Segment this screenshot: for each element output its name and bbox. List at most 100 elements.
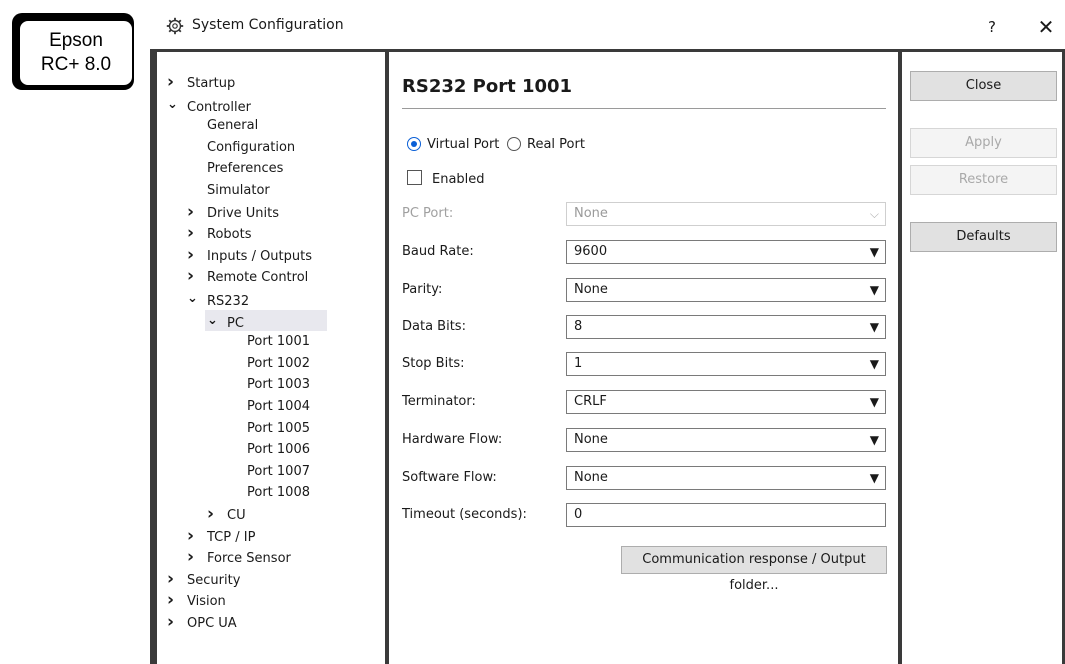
tree-item-label: Robots [207, 227, 252, 243]
badge-line-2: RC+ 8.0 [40, 54, 112, 75]
page-title: RS232 Port 1001 [402, 76, 573, 97]
communication-response-button[interactable]: Communication response / Output folder..… [621, 546, 887, 593]
tree-item-drive-units[interactable]: › Drive Units [187, 202, 279, 223]
close-button[interactable]: Close [910, 71, 1057, 101]
tree-item-port-1006[interactable]: Port 1006 [227, 439, 310, 460]
tree-item-port-1007[interactable]: Port 1007 [227, 461, 310, 482]
chevron-right-icon: › [187, 244, 195, 265]
tree-item-label: Configuration [207, 139, 296, 155]
tree-item-port-1004[interactable]: Port 1004 [227, 396, 310, 417]
tree-item-port-1003[interactable]: Port 1003 [227, 374, 310, 395]
pc-port-select[interactable]: None ⌵ [566, 202, 886, 226]
tree-item-inputs-outputs[interactable]: › Inputs / Outputs [187, 245, 312, 266]
tree-item-label: Simulator [207, 183, 270, 198]
virtual-port-radio[interactable]: Virtual Port [407, 136, 499, 154]
title-bar: System Configuration ? ✕ [150, 4, 1065, 49]
gear-icon [166, 17, 184, 35]
chevron-down-icon: ⌄ [167, 96, 178, 112]
real-port-radio[interactable]: Real Port [507, 136, 585, 154]
parity-value: None [574, 282, 608, 297]
chevron-right-icon: › [187, 525, 195, 546]
tree-item-label: TCP / IP [207, 529, 256, 545]
tree-item-label: General [207, 118, 259, 134]
defaults-button[interactable]: Defaults [910, 222, 1057, 252]
apply-button[interactable]: Apply [910, 128, 1057, 158]
chevron-right-icon: › [187, 547, 195, 568]
hardware-flow-select[interactable]: None ▼ [566, 428, 886, 452]
chevron-down-icon: ▼ [869, 320, 879, 334]
chevron-down-icon: ▼ [869, 245, 879, 259]
timeout-label: Timeout (seconds): [402, 507, 527, 522]
software-flow-select[interactable]: None ▼ [566, 466, 886, 490]
tree-item-startup[interactable]: › Startup [167, 72, 235, 93]
pc-port-value: None [574, 206, 608, 221]
chevron-right-icon: › [167, 72, 175, 92]
tree-item-vision[interactable]: › Vision [167, 590, 226, 611]
close-window-button[interactable]: ✕ [1030, 12, 1062, 42]
chevron-down-icon: ⌄ [207, 312, 218, 328]
stop-bits-label: Stop Bits: [402, 356, 465, 371]
tree-item-label: RS232 [207, 294, 250, 309]
action-panel: Close Apply Restore Defaults [902, 52, 1062, 664]
tree-item-label: PC [227, 315, 244, 331]
stop-bits-select[interactable]: 1 ▼ [566, 352, 886, 376]
tree-item-label: Security [187, 572, 241, 588]
tree-item-label: Port 1005 [247, 420, 310, 436]
chevron-down-icon: ⌄ [187, 291, 198, 306]
tree-item-opc-ua[interactable]: › OPC UA [167, 612, 237, 633]
tree-item-label: Vision [187, 594, 226, 610]
chevron-right-icon: › [187, 201, 195, 222]
restore-button[interactable]: Restore [910, 165, 1057, 195]
tree-item-preferences[interactable]: Preferences [187, 158, 283, 179]
baud-rate-select[interactable]: 9600 ▼ [566, 240, 886, 264]
data-bits-label: Data Bits: [402, 319, 466, 334]
tree-item-label: Startup [187, 76, 236, 91]
tree-item-remote-control[interactable]: › Remote Control [187, 266, 308, 287]
chevron-right-icon: › [167, 568, 175, 589]
chevron-right-icon: › [167, 612, 175, 632]
tree-item-label: CU [227, 508, 246, 523]
chevron-right-icon: › [187, 223, 195, 244]
tree-item-label: Port 1006 [247, 442, 310, 458]
chevron-right-icon: › [187, 266, 195, 287]
checkbox-box-icon [407, 170, 422, 185]
tree-item-label: OPC UA [187, 616, 237, 631]
tree-item-general[interactable]: General [187, 115, 258, 136]
parity-select[interactable]: None ▼ [566, 278, 886, 302]
tree-item-cu[interactable]: › CU [207, 504, 246, 525]
chevron-down-icon: ⌵ [869, 207, 879, 221]
parity-label: Parity: [402, 282, 443, 297]
tree-item-controller[interactable]: ⌄ Controller [167, 94, 251, 115]
tree-item-label: Preferences [207, 161, 284, 177]
tree-item-label: Force Sensor [207, 551, 291, 567]
chevron-down-icon: ▼ [869, 283, 879, 297]
chevron-right-icon: › [207, 504, 215, 524]
baud-rate-value: 9600 [574, 244, 608, 259]
tree-item-robots[interactable]: › Robots [187, 223, 251, 244]
epson-badge: Epson RC+ 8.0 [12, 13, 134, 90]
tree-item-tcp-ip[interactable]: › TCP / IP [187, 526, 255, 547]
radio-unselected-icon [507, 137, 521, 151]
tree-item-configuration[interactable]: Configuration [187, 137, 295, 158]
tree-item-port-1008[interactable]: Port 1008 [227, 482, 310, 503]
tree-item-pc[interactable]: ⌄ PC [205, 309, 327, 331]
data-bits-value: 8 [574, 319, 583, 334]
timeout-value: 0 [574, 507, 583, 522]
tree-item-label: Port 1002 [247, 355, 310, 371]
chevron-down-icon: ▼ [869, 471, 879, 485]
tree-item-force-sensor[interactable]: › Force Sensor [187, 547, 291, 568]
tree-item-port-1005[interactable]: Port 1005 [227, 418, 310, 439]
tree-item-simulator[interactable]: Simulator [187, 180, 270, 201]
tree-item-rs232[interactable]: ⌄ RS232 [187, 288, 249, 309]
data-bits-select[interactable]: 8 ▼ [566, 315, 886, 339]
help-button[interactable]: ? [980, 14, 1004, 40]
timeout-input[interactable]: 0 [566, 503, 886, 527]
tree-item-label: Controller [187, 99, 251, 115]
tree-item-port-1002[interactable]: Port 1002 [227, 353, 310, 374]
enabled-checkbox[interactable]: Enabled [407, 170, 485, 188]
title-divider [402, 108, 886, 109]
tree-item-label: Port 1004 [247, 399, 310, 414]
tree-item-security[interactable]: › Security [167, 569, 240, 590]
terminator-select[interactable]: CRLF ▼ [566, 390, 886, 414]
tree-item-port-1001[interactable]: Port 1001 [227, 331, 310, 352]
